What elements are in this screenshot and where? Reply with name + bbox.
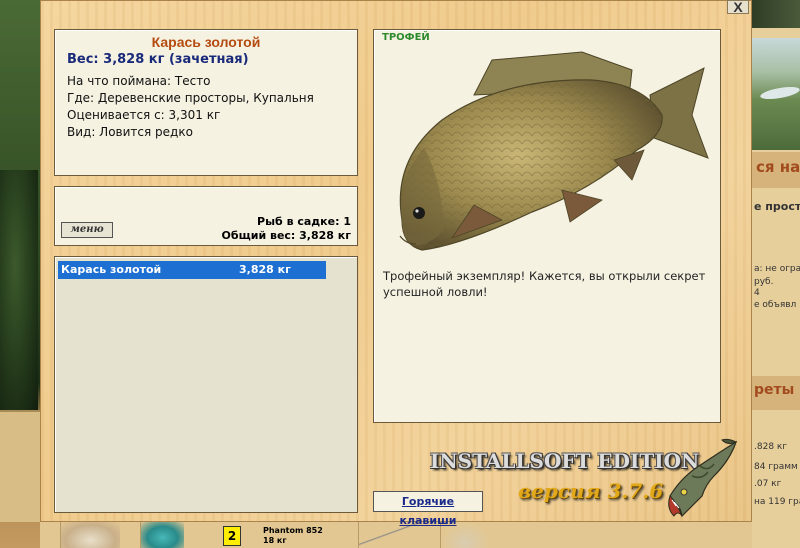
- background-heading: е прост: [754, 200, 800, 213]
- background-line: а: не огран: [754, 264, 800, 274]
- background-banner-bottom: реты: [752, 376, 800, 410]
- fish-bait: На что поймана: Тесто: [67, 74, 211, 88]
- background-right-header: [752, 0, 800, 28]
- inventory-slot-net[interactable]: [140, 522, 184, 548]
- background-line: 4: [754, 288, 760, 298]
- background-line: руб.: [754, 277, 774, 287]
- brand-version: версия 3.7.6: [518, 479, 664, 503]
- background-inventory-frame: [0, 410, 40, 522]
- inventory-slot-bait[interactable]: [60, 522, 120, 548]
- keepnet-list: Карась золотой 3,828 кг: [54, 256, 358, 513]
- background-weight: .07 кг: [754, 479, 782, 489]
- inventory-slot-reel[interactable]: Phantom 852 18 кг: [263, 526, 323, 546]
- pike-logo-icon: [668, 438, 738, 518]
- list-item[interactable]: Карась золотой 3,828 кг: [58, 261, 326, 279]
- background-banner-top: ся на: [752, 152, 800, 188]
- background-weight: .828 кг: [754, 442, 788, 452]
- reel-name: Phantom 852: [263, 526, 323, 535]
- fish-valued-from: Оценивается с: 3,301 кг: [67, 108, 221, 122]
- brand-title: INSTALLSOFT EDITION: [430, 449, 700, 473]
- fish-location: Где: Деревенские просторы, Купальня: [67, 91, 314, 105]
- list-item-name: Карась золотой: [61, 263, 162, 276]
- background-weight: 84 грамм: [754, 462, 798, 472]
- reel-weight: 18 кг: [263, 536, 287, 545]
- fish-info-panel: Карась золотой Вес: 3,828 кг (зачетная) …: [54, 29, 358, 176]
- list-item-weight: 3,828 кг: [239, 263, 291, 276]
- hotkeys-button[interactable]: Горячие клавиши: [373, 491, 483, 527]
- background-tree: [0, 170, 38, 410]
- trophy-panel: ТРОФЕЙ Трофейный экземпляр! Кажется, вы …: [373, 29, 721, 423]
- keepnet-count: Рыб в садке: 1: [257, 215, 351, 228]
- fish-weight: Вес: 3,828 кг (зачетная): [67, 52, 249, 67]
- close-button[interactable]: X: [727, 0, 749, 14]
- fish-rarity: Вид: Ловится редко: [67, 125, 193, 139]
- keepnet-summary-panel: меню Рыб в садке: 1 Общий вес: 3,828 кг: [54, 186, 358, 246]
- inventory-slot-number: 2: [223, 526, 241, 546]
- fish-image: [399, 51, 709, 251]
- keepnet-total-weight: Общий вес: 3,828 кг: [221, 229, 351, 242]
- trophy-message: Трофейный экземпляр! Кажется, вы открыли…: [383, 269, 706, 299]
- background-line: е объявл: [754, 300, 797, 310]
- background-weight: на 119 грам: [754, 497, 800, 507]
- fish-title: Карась золотой: [151, 34, 261, 50]
- menu-button[interactable]: меню: [61, 222, 113, 238]
